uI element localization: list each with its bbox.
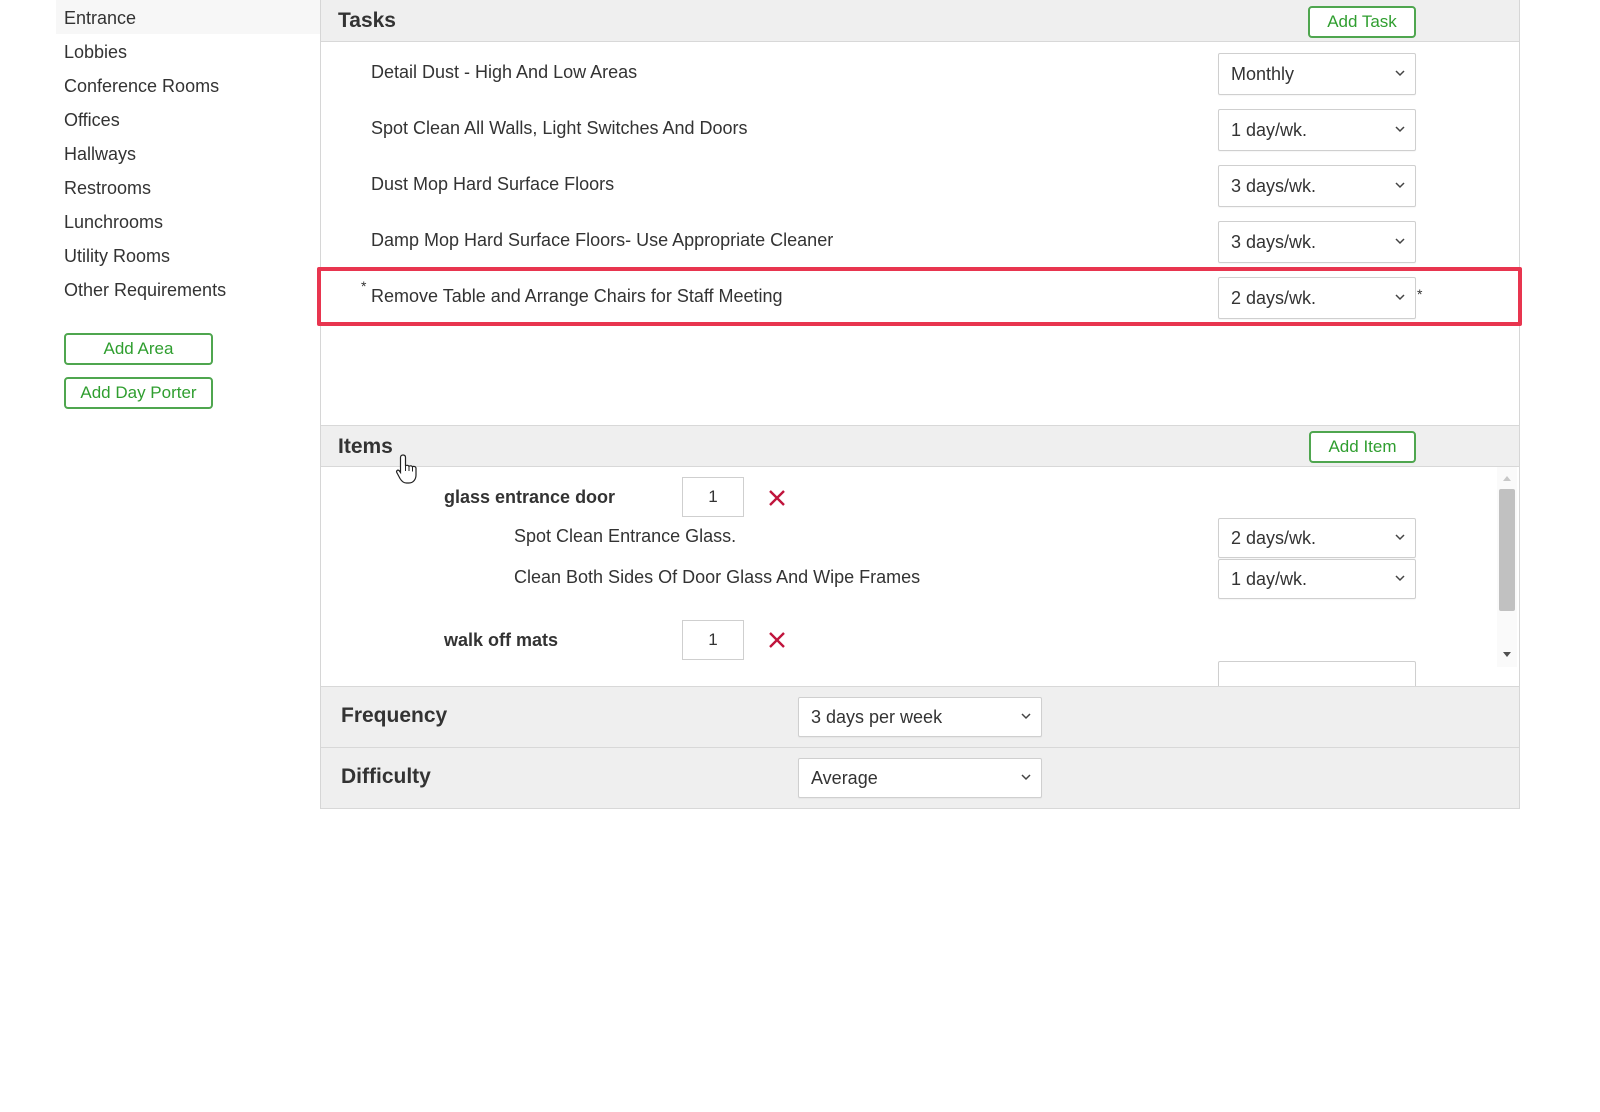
task-frequency-select[interactable]: 3 days/wk.: [1218, 221, 1416, 263]
add-day-porter-button[interactable]: Add Day Porter: [64, 377, 213, 409]
task-label: Damp Mop Hard Surface Floors- Use Approp…: [371, 230, 834, 250]
items-header: Items Add Item: [321, 425, 1519, 467]
difficulty-row: Difficulty Average: [321, 748, 1519, 809]
difficulty-label: Difficulty: [341, 765, 431, 788]
sidebar-item-conference-rooms[interactable]: Conference Rooms: [56, 68, 320, 102]
task-label: Spot Clean All Walls, Light Switches And…: [371, 118, 748, 138]
task-row: Damp Mop Hard Surface Floors- Use Approp…: [321, 212, 1519, 268]
frequency-select[interactable]: 3 days per week: [798, 697, 1042, 737]
scroll-down-icon[interactable]: [1502, 651, 1512, 659]
sidebar-item-entrance[interactable]: Entrance: [56, 0, 320, 34]
item-task-frequency-select[interactable]: 2 days/wk.: [1218, 518, 1416, 558]
custom-frequency-marker: *: [1417, 286, 1423, 302]
add-task-button[interactable]: Add Task: [1308, 6, 1416, 38]
scrollbar-thumb[interactable]: [1499, 489, 1515, 611]
chevron-down-icon: [1395, 238, 1405, 245]
task-frequency-value: Monthly: [1231, 64, 1295, 84]
task-row-custom: * Remove Table and Arrange Chairs for St…: [321, 268, 1519, 324]
task-row: Spot Clean All Walls, Light Switches And…: [321, 100, 1519, 156]
item-task-frequency-value: 1 day/wk.: [1231, 569, 1308, 589]
chevron-down-icon: [1021, 774, 1031, 781]
sidebar: Entrance Lobbies Conference Rooms Office…: [56, 0, 320, 409]
add-item-button[interactable]: Add Item: [1309, 431, 1416, 463]
sidebar-item-offices[interactable]: Offices: [56, 102, 320, 136]
chevron-down-icon: [1395, 575, 1405, 582]
task-frequency-value: 2 days/wk.: [1231, 288, 1317, 308]
item-name: glass entrance door: [444, 487, 616, 507]
chevron-down-icon: [1021, 713, 1031, 720]
item-quantity-input[interactable]: 1: [682, 477, 744, 517]
items-list: glass entrance door 1 Spot Clean Entranc…: [321, 467, 1519, 687]
difficulty-value: Average: [811, 768, 878, 788]
task-frequency-value: 1 day/wk.: [1231, 120, 1308, 140]
frequency-label: Frequency: [341, 704, 448, 727]
task-frequency-select[interactable]: 3 days/wk.: [1218, 165, 1416, 207]
chevron-down-icon: [1395, 70, 1405, 77]
custom-task-marker: *: [361, 278, 367, 294]
sidebar-item-hallways[interactable]: Hallways: [56, 136, 320, 170]
frequency-row: Frequency 3 days per week: [321, 687, 1519, 748]
item-task-label: Clean Both Sides Of Door Glass And Wipe …: [514, 567, 921, 587]
scroll-up-icon[interactable]: [1502, 474, 1512, 482]
chevron-down-icon: [1395, 534, 1405, 541]
task-frequency-select[interactable]: 1 day/wk.: [1218, 109, 1416, 151]
item-task-label: Spot Clean Entrance Glass.: [514, 526, 737, 546]
difficulty-select[interactable]: Average: [798, 758, 1042, 798]
frequency-value: 3 days per week: [811, 707, 943, 727]
item-name: walk off mats: [444, 630, 559, 650]
tasks-title: Tasks: [338, 9, 396, 32]
sidebar-item-restrooms[interactable]: Restrooms: [56, 170, 320, 204]
sidebar-item-lobbies[interactable]: Lobbies: [56, 34, 320, 68]
remove-item-icon[interactable]: [767, 488, 787, 508]
task-label: Remove Table and Arrange Chairs for Staf…: [371, 286, 783, 306]
item-task-frequency-value: 2 days/wk.: [1231, 528, 1317, 548]
task-frequency-select[interactable]: Monthly: [1218, 53, 1416, 95]
item-quantity-input[interactable]: 1: [682, 620, 744, 660]
items-title: Items: [338, 435, 393, 458]
task-frequency-select[interactable]: 2 days/wk.: [1218, 277, 1416, 319]
sidebar-item-lunchrooms[interactable]: Lunchrooms: [56, 204, 320, 238]
item-task-frequency-select[interactable]: [1218, 661, 1416, 686]
remove-item-icon[interactable]: [767, 630, 787, 650]
tasks-header: Tasks Add Task: [321, 0, 1519, 42]
task-label: Dust Mop Hard Surface Floors: [371, 174, 615, 194]
task-label: Detail Dust - High And Low Areas: [371, 62, 638, 82]
task-frequency-value: 3 days/wk.: [1231, 232, 1317, 252]
task-frequency-value: 3 days/wk.: [1231, 176, 1317, 196]
task-row: Detail Dust - High And Low Areas Monthly: [321, 44, 1519, 100]
area-detail-panel: Tasks Add Task Detail Dust - High And Lo…: [317, 0, 1522, 809]
task-row: Dust Mop Hard Surface Floors 3 days/wk.: [321, 156, 1519, 212]
sidebar-item-other-requirements[interactable]: Other Requirements: [56, 272, 320, 306]
chevron-down-icon: [1395, 126, 1405, 133]
add-area-button[interactable]: Add Area: [64, 333, 213, 365]
items-scrollbar[interactable]: [1497, 467, 1517, 667]
item-task-frequency-select[interactable]: 1 day/wk.: [1218, 559, 1416, 599]
chevron-down-icon: [1395, 294, 1405, 301]
chevron-down-icon: [1395, 182, 1405, 189]
sidebar-item-utility-rooms[interactable]: Utility Rooms: [56, 238, 320, 272]
